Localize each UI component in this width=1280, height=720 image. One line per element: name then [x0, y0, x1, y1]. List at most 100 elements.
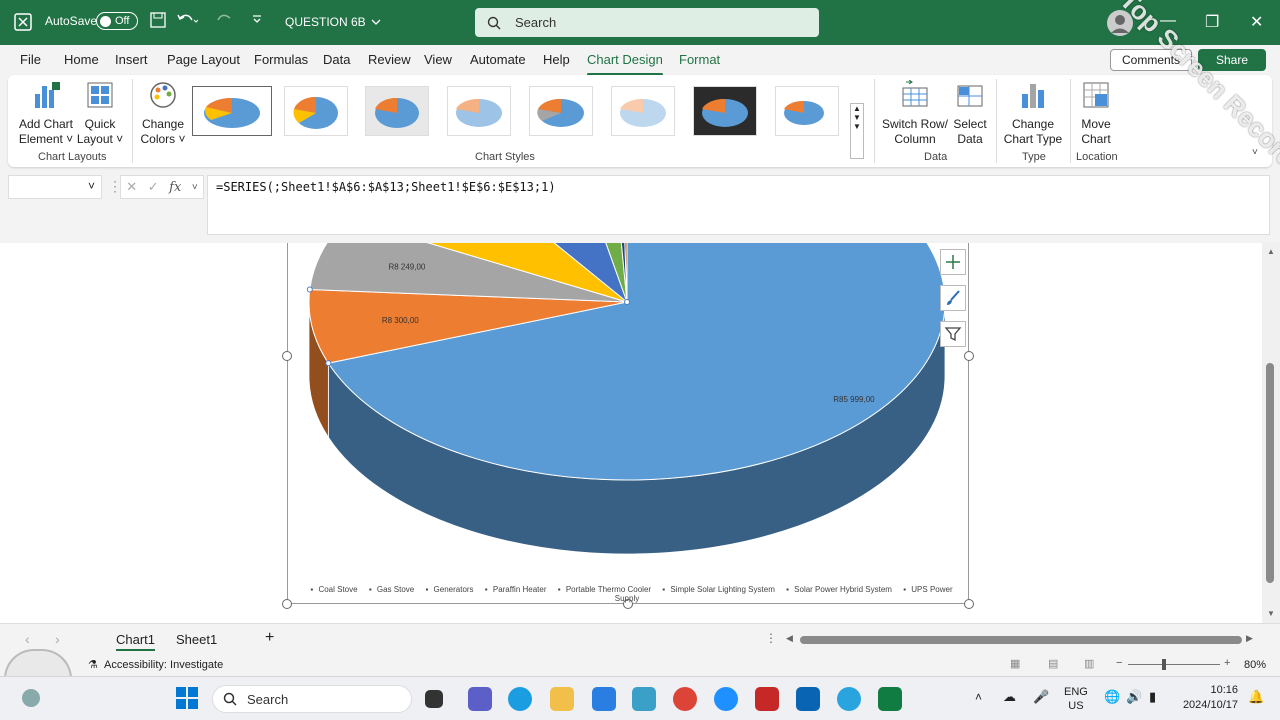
tab-page-layout[interactable]: Page Layout: [167, 52, 240, 67]
autosave-toggle[interactable]: Off: [90, 12, 138, 30]
tab-file[interactable]: File: [20, 52, 41, 67]
chevron-up-icon[interactable]: ▲: [851, 104, 863, 113]
edge-icon[interactable]: [508, 687, 532, 711]
add-sheet-button[interactable]: +: [265, 629, 274, 647]
change-colors-button[interactable]: Change Colors ˅: [138, 80, 188, 147]
tab-home[interactable]: Home: [64, 52, 99, 67]
undo-icon[interactable]: [176, 12, 198, 28]
chart-style-2[interactable]: [284, 86, 348, 136]
select-data-button[interactable]: Select Data: [950, 80, 990, 147]
more-styles-icon[interactable]: ▼: [851, 122, 863, 131]
tab-review[interactable]: Review: [368, 52, 411, 67]
minimize-icon[interactable]: —: [1160, 12, 1176, 30]
chart-style-3[interactable]: [365, 86, 429, 136]
insert-function-button[interactable]: fx: [169, 180, 181, 195]
photos-icon[interactable]: [632, 687, 656, 711]
normal-view-icon[interactable]: ▦: [1010, 657, 1020, 670]
notifications-icon[interactable]: 🔔: [1248, 689, 1264, 705]
telegram-icon[interactable]: [837, 687, 861, 711]
redo-icon[interactable]: [212, 12, 234, 28]
scroll-tabs-right-icon[interactable]: ›: [55, 631, 60, 647]
resize-handle-bottom-right[interactable]: [964, 599, 974, 609]
customize-toolbar-icon[interactable]: [252, 12, 262, 26]
chart-styles-button[interactable]: [940, 285, 966, 311]
zoom-out-icon[interactable]: −: [1116, 657, 1122, 669]
vertical-scrollbar[interactable]: ▲ ▼: [1262, 243, 1280, 623]
globe-icon[interactable]: 🌐: [1104, 689, 1120, 705]
horizontal-scroll-thumb[interactable]: [800, 636, 1242, 644]
scroll-left-icon[interactable]: ◀: [786, 633, 793, 644]
screen-recorder-icon[interactable]: [755, 687, 779, 711]
page-break-view-icon[interactable]: ▥: [1084, 657, 1094, 670]
chevron-down-icon[interactable]: ▼: [851, 113, 863, 122]
store-icon[interactable]: [592, 687, 616, 711]
chart-filters-button[interactable]: [940, 321, 966, 347]
series-center-marker[interactable]: [624, 299, 630, 305]
system-clock[interactable]: 10:16 2024/10/17: [1180, 683, 1238, 713]
restore-icon[interactable]: ❐: [1205, 12, 1219, 32]
volume-icon[interactable]: 🔊: [1126, 689, 1142, 705]
sync-icon[interactable]: [714, 687, 738, 711]
zoom-slider-thumb[interactable]: [1162, 659, 1166, 670]
scroll-tabs-left-icon[interactable]: ‹: [25, 631, 30, 647]
vertical-scroll-thumb[interactable]: [1266, 363, 1274, 583]
collapse-ribbon-icon[interactable]: ˅: [1252, 147, 1258, 158]
language-indicator[interactable]: ENG US: [1064, 685, 1088, 713]
battery-icon[interactable]: ▮: [1149, 689, 1156, 705]
change-chart-type-button[interactable]: Change Chart Type: [1000, 80, 1066, 147]
chevron-down-icon[interactable]: ▼: [1267, 609, 1275, 618]
pie-chart[interactable]: R85 999,00R8 300,00R8 249,00R9 454,00R7 …: [0, 243, 1262, 623]
series-point-marker[interactable]: [306, 286, 313, 293]
chart-elements-button[interactable]: [940, 249, 966, 275]
resize-handle-right[interactable]: [964, 351, 974, 361]
zoom-level[interactable]: 80%: [1244, 659, 1266, 671]
quick-layout-button[interactable]: Quick Layout ˅: [74, 80, 126, 147]
chart-style-5[interactable]: [529, 86, 593, 136]
chart-styles-scroll[interactable]: ▲ ▼ ▼: [850, 103, 864, 159]
accessibility-status[interactable]: Accessibility: Investigate: [104, 659, 223, 671]
resize-handle-left[interactable]: [282, 351, 292, 361]
zoom-in-icon[interactable]: +: [1224, 657, 1230, 669]
chart-style-6[interactable]: [611, 86, 675, 136]
tab-view[interactable]: View: [424, 52, 452, 67]
save-icon[interactable]: [150, 12, 166, 28]
chevron-up-icon[interactable]: ▲: [1267, 247, 1275, 256]
sheet-tab-chart1[interactable]: Chart1: [116, 632, 156, 651]
series-point-marker[interactable]: [325, 360, 332, 367]
name-box[interactable]: ˅: [8, 175, 102, 199]
comments-button[interactable]: Comments: [1110, 49, 1192, 71]
chart-style-7[interactable]: [693, 86, 757, 136]
enter-icon[interactable]: ✓: [148, 179, 159, 195]
move-chart-button[interactable]: Move Chart: [1074, 80, 1118, 147]
resize-handle-bottom-left[interactable]: [282, 599, 292, 609]
teams-icon[interactable]: [468, 687, 492, 711]
file-explorer-icon[interactable]: [550, 687, 574, 711]
formula-input[interactable]: =SERIES(;Sheet1!$A$6:$A$13;Sheet1!$E$6:$…: [207, 175, 1270, 235]
data-label[interactable]: R85 999,00: [833, 395, 875, 404]
sheet-tab-sheet1[interactable]: Sheet1: [176, 632, 217, 647]
tab-formulas[interactable]: Formulas: [254, 52, 308, 67]
page-layout-view-icon[interactable]: ▤: [1048, 657, 1058, 670]
chevron-down-icon[interactable]: ˅: [192, 182, 198, 193]
switch-row-column-button[interactable]: Switch Row/ Column: [880, 79, 950, 147]
add-chart-element-button[interactable]: Add Chart Element ˅: [16, 80, 76, 147]
outlook-icon[interactable]: [796, 687, 820, 711]
chart-style-1[interactable]: [192, 86, 272, 136]
data-label[interactable]: R8 249,00: [388, 263, 425, 272]
file-name-dropdown[interactable]: QUESTION 6B: [285, 15, 382, 29]
share-button[interactable]: Share: [1198, 49, 1266, 71]
chart-style-4[interactable]: [447, 86, 511, 136]
chevron-down-icon[interactable]: ˅: [88, 179, 95, 193]
chart-style-8[interactable]: [775, 86, 839, 136]
zoom-slider[interactable]: [1128, 664, 1220, 665]
avatar[interactable]: [1106, 9, 1134, 37]
data-label[interactable]: R8 300,00: [382, 316, 419, 325]
tab-chart-design[interactable]: Chart Design: [587, 52, 663, 76]
microphone-icon[interactable]: 🎤: [1033, 689, 1049, 705]
search-input[interactable]: Search: [475, 8, 819, 37]
windows-start-icon[interactable]: [176, 687, 198, 712]
scroll-right-icon[interactable]: ▶: [1246, 633, 1253, 644]
network-icon[interactable]: ☁: [1003, 689, 1016, 705]
tab-data[interactable]: Data: [323, 52, 350, 67]
taskbar-search-input[interactable]: Search: [212, 685, 412, 713]
